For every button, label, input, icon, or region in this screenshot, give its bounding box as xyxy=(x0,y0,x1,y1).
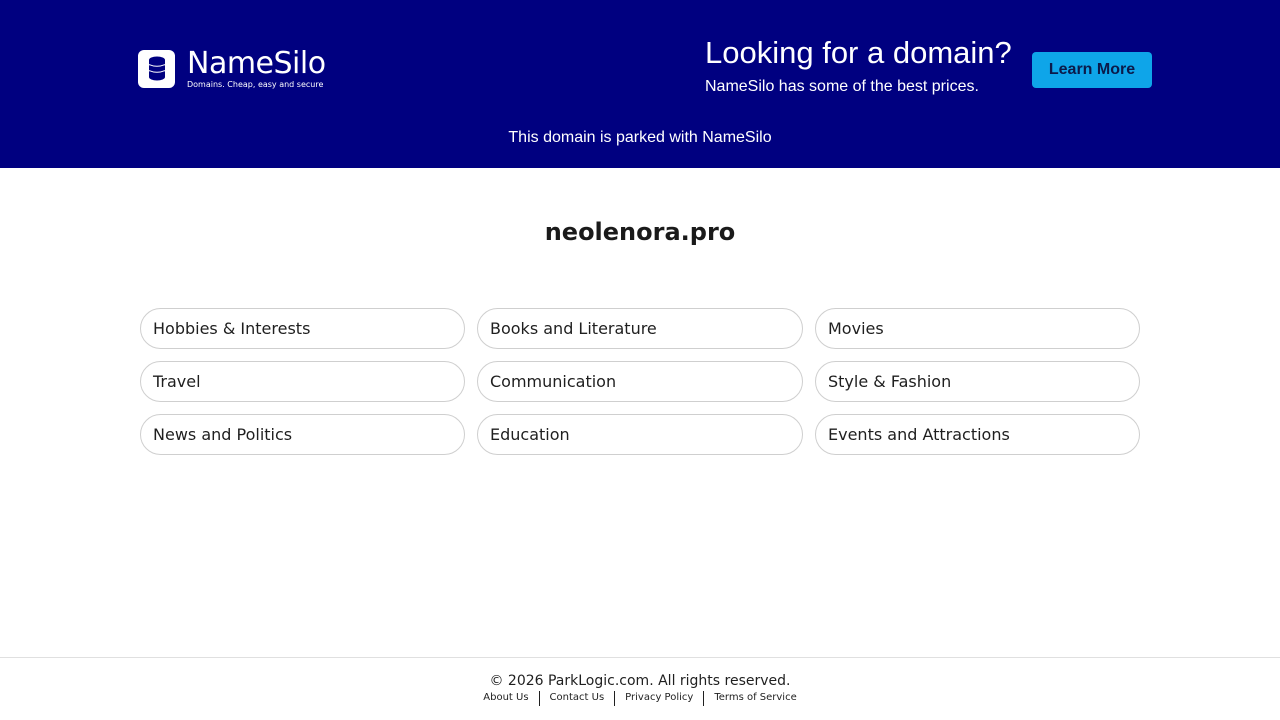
topic-link-education[interactable]: Education xyxy=(477,414,803,455)
footer-links: About Us Contact Us Privacy Policy Terms… xyxy=(0,690,1280,706)
footer-link-privacy-policy[interactable]: Privacy Policy xyxy=(615,690,703,706)
footer-link-about-us[interactable]: About Us xyxy=(473,690,538,706)
related-topics: Hobbies & Interests Books and Literature… xyxy=(140,308,1140,455)
topic-link-hobbies-interests[interactable]: Hobbies & Interests xyxy=(140,308,465,349)
topic-link-books-literature[interactable]: Books and Literature xyxy=(477,308,803,349)
logo-name: NameSilo xyxy=(187,46,326,81)
header-banner: NameSilo Domains. Cheap, easy and secure… xyxy=(0,0,1280,168)
learn-more-button[interactable]: Learn More xyxy=(1032,52,1152,88)
domain-name-heading: neolenora.pro xyxy=(544,218,736,246)
copyright-text: © 2026 ParkLogic.com. All rights reserve… xyxy=(489,673,791,689)
topic-link-style-fashion[interactable]: Style & Fashion xyxy=(815,361,1140,402)
footer: © 2026 ParkLogic.com. All rights reserve… xyxy=(0,657,1280,720)
database-icon xyxy=(138,50,175,88)
footer-link-contact-us[interactable]: Contact Us xyxy=(540,690,615,706)
promo-subtitle: NameSilo has some of the best prices. xyxy=(705,78,979,95)
topic-link-news-politics[interactable]: News and Politics xyxy=(140,414,465,455)
topic-link-movies[interactable]: Movies xyxy=(815,308,1140,349)
footer-link-terms-of-service[interactable]: Terms of Service xyxy=(704,690,806,706)
namesilo-logo[interactable]: NameSilo Domains. Cheap, easy and secure xyxy=(138,46,326,89)
promo-title: Looking for a domain? xyxy=(705,35,1012,70)
topic-link-travel[interactable]: Travel xyxy=(140,361,465,402)
topic-link-events-attractions[interactable]: Events and Attractions xyxy=(815,414,1140,455)
topic-link-communication[interactable]: Communication xyxy=(477,361,803,402)
logo-tagline: Domains. Cheap, easy and secure xyxy=(187,80,324,89)
parked-notice: This domain is parked with NameSilo xyxy=(508,129,772,146)
